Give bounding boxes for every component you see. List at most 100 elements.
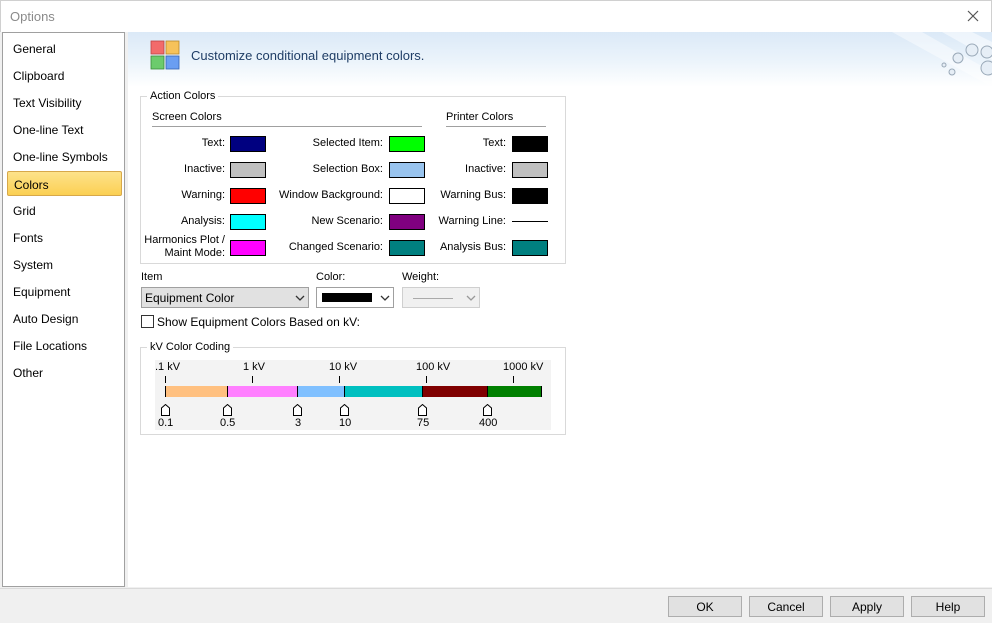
scale-tick (252, 376, 253, 383)
screen-colors-header: Screen Colors (152, 111, 222, 123)
close-icon[interactable] (963, 6, 983, 26)
threshold-label: 400 (479, 417, 498, 429)
cancel-button[interactable]: Cancel (749, 596, 823, 617)
color-dropdown-swatch (322, 293, 372, 302)
analysis-color-swatch[interactable] (230, 214, 266, 230)
weight-label: Weight: (402, 271, 440, 283)
color-label: Color: (316, 271, 346, 283)
threshold-marker-icon[interactable] (293, 404, 302, 416)
printer-warning-bus-label: Warning Bus: (440, 189, 506, 201)
threshold-label: 3 (295, 417, 302, 429)
help-button[interactable]: Help (911, 596, 985, 617)
sidebar-item-one-line-text[interactable]: One-line Text (7, 117, 122, 142)
inactive-color-swatch[interactable] (230, 162, 266, 178)
window-background-color-label: Window Background: (279, 189, 383, 201)
apply-button[interactable]: Apply (830, 596, 904, 617)
changed-scenario-color-swatch[interactable] (389, 240, 425, 256)
analysis-color-label: Analysis: (180, 215, 225, 227)
screen-colors-divider (152, 126, 422, 127)
sidebar-item-general[interactable]: General (7, 36, 122, 61)
changed-scenario-color-label: Changed Scenario: (288, 241, 383, 253)
item-dropdown[interactable]: Equipment Color (141, 287, 309, 308)
printer-inactive-color-label: Inactive: (465, 163, 506, 175)
selection-box-color-swatch[interactable] (389, 162, 425, 178)
threshold-marker-icon[interactable] (418, 404, 427, 416)
warning-color-label: Warning: (181, 189, 225, 201)
chevron-down-icon (380, 295, 390, 301)
sidebar-item-grid[interactable]: Grid (7, 198, 122, 223)
threshold-marker-icon[interactable] (223, 404, 232, 416)
action-colors-legend: Action Colors (147, 90, 219, 102)
threshold-label: 0.1 (158, 417, 174, 429)
sidebar-item-clipboard[interactable]: Clipboard (7, 63, 122, 88)
threshold-label: 75 (417, 417, 430, 429)
new-scenario-color-swatch[interactable] (389, 214, 425, 230)
sidebar-item-colors[interactable]: Colors (7, 171, 122, 196)
ok-button[interactable]: OK (668, 596, 742, 617)
warning-color-swatch[interactable] (230, 188, 266, 204)
scale-label-1000kv: 1000 kV (503, 361, 544, 373)
selected-item-color-swatch[interactable] (389, 136, 425, 152)
weight-dropdown-line (413, 298, 453, 299)
threshold-label: 10 (339, 417, 352, 429)
window-background-color-swatch[interactable] (389, 188, 425, 204)
text-color-swatch[interactable] (230, 136, 266, 152)
window-title: Options (10, 9, 55, 24)
title-bar: Options (0, 0, 992, 32)
kv-scale: .1 kV 1 kV 10 kV 100 kV 1000 kV 0.1 0.5 … (155, 360, 551, 430)
chevron-down-icon (295, 295, 305, 301)
show-kv-colors-label[interactable]: Show Equipment Colors Based on kV: (157, 315, 360, 329)
sidebar-item-other[interactable]: Other (7, 360, 122, 385)
item-label: Item (141, 271, 163, 283)
printer-warning-line-sample[interactable] (512, 221, 548, 222)
printer-warning-bus-swatch[interactable] (512, 188, 548, 204)
sidebar-item-text-visibility[interactable]: Text Visibility (7, 90, 122, 115)
kv-segment-5[interactable] (488, 386, 541, 397)
printer-analysis-bus-label: Analysis Bus: (439, 241, 506, 253)
footer-divider (0, 588, 992, 589)
scale-label-0-1kv: .1 kV (155, 361, 181, 373)
printer-colors-header: Printer Colors (446, 111, 514, 123)
harmonics-color-label-line2: Maint Mode: (164, 247, 225, 259)
kv-color-coding-legend: kV Color Coding (147, 341, 234, 353)
banner-decoration (892, 32, 992, 87)
show-kv-colors-checkbox[interactable] (141, 315, 154, 328)
printer-text-color-swatch[interactable] (512, 136, 548, 152)
sidebar-item-file-locations[interactable]: File Locations (7, 333, 122, 358)
printer-inactive-color-swatch[interactable] (512, 162, 548, 178)
kv-segment-4[interactable] (423, 386, 488, 397)
inactive-color-label: Inactive: (184, 163, 225, 175)
color-dropdown[interactable] (316, 287, 394, 308)
printer-colors-divider (446, 126, 546, 127)
threshold-marker-icon[interactable] (161, 404, 170, 416)
kv-segment-3[interactable] (345, 386, 423, 397)
kv-color-coding-group: kV Color Coding .1 kV 1 kV 10 kV 100 kV … (140, 341, 566, 435)
action-colors-group: Action Colors Screen Colors Printer Colo… (140, 90, 566, 264)
scale-label-100kv: 100 kV (416, 361, 451, 373)
kv-segment-2[interactable] (298, 386, 345, 397)
banner-text: Customize conditional equipment colors. (191, 48, 425, 63)
scale-tick (426, 376, 427, 383)
sidebar-item-auto-design[interactable]: Auto Design (7, 306, 122, 331)
selection-box-color-label: Selection Box: (312, 163, 383, 175)
sidebar-item-equipment[interactable]: Equipment (7, 279, 122, 304)
printer-text-color-label: Text: (482, 137, 506, 149)
new-scenario-color-label: New Scenario: (311, 215, 383, 227)
kv-segment-0[interactable] (166, 386, 228, 397)
scale-tick (339, 376, 340, 383)
sidebar-item-fonts[interactable]: Fonts (7, 225, 122, 250)
weight-dropdown[interactable] (402, 287, 480, 308)
selected-item-color-label: Selected Item: (312, 137, 383, 149)
scale-tick (513, 376, 514, 383)
kv-segment-1[interactable] (228, 386, 298, 397)
harmonics-color-label-line1: Harmonics Plot / (144, 234, 225, 246)
sidebar-item-one-line-symbols[interactable]: One-line Symbols (7, 144, 122, 169)
chevron-down-icon (466, 295, 476, 301)
sidebar-item-system[interactable]: System (7, 252, 122, 277)
threshold-marker-icon[interactable] (340, 404, 349, 416)
threshold-label: 0.5 (220, 417, 236, 429)
threshold-marker-icon[interactable] (483, 404, 492, 416)
printer-analysis-bus-swatch[interactable] (512, 240, 548, 256)
color-grid-icon (150, 40, 180, 70)
harmonics-color-swatch[interactable] (230, 240, 266, 256)
